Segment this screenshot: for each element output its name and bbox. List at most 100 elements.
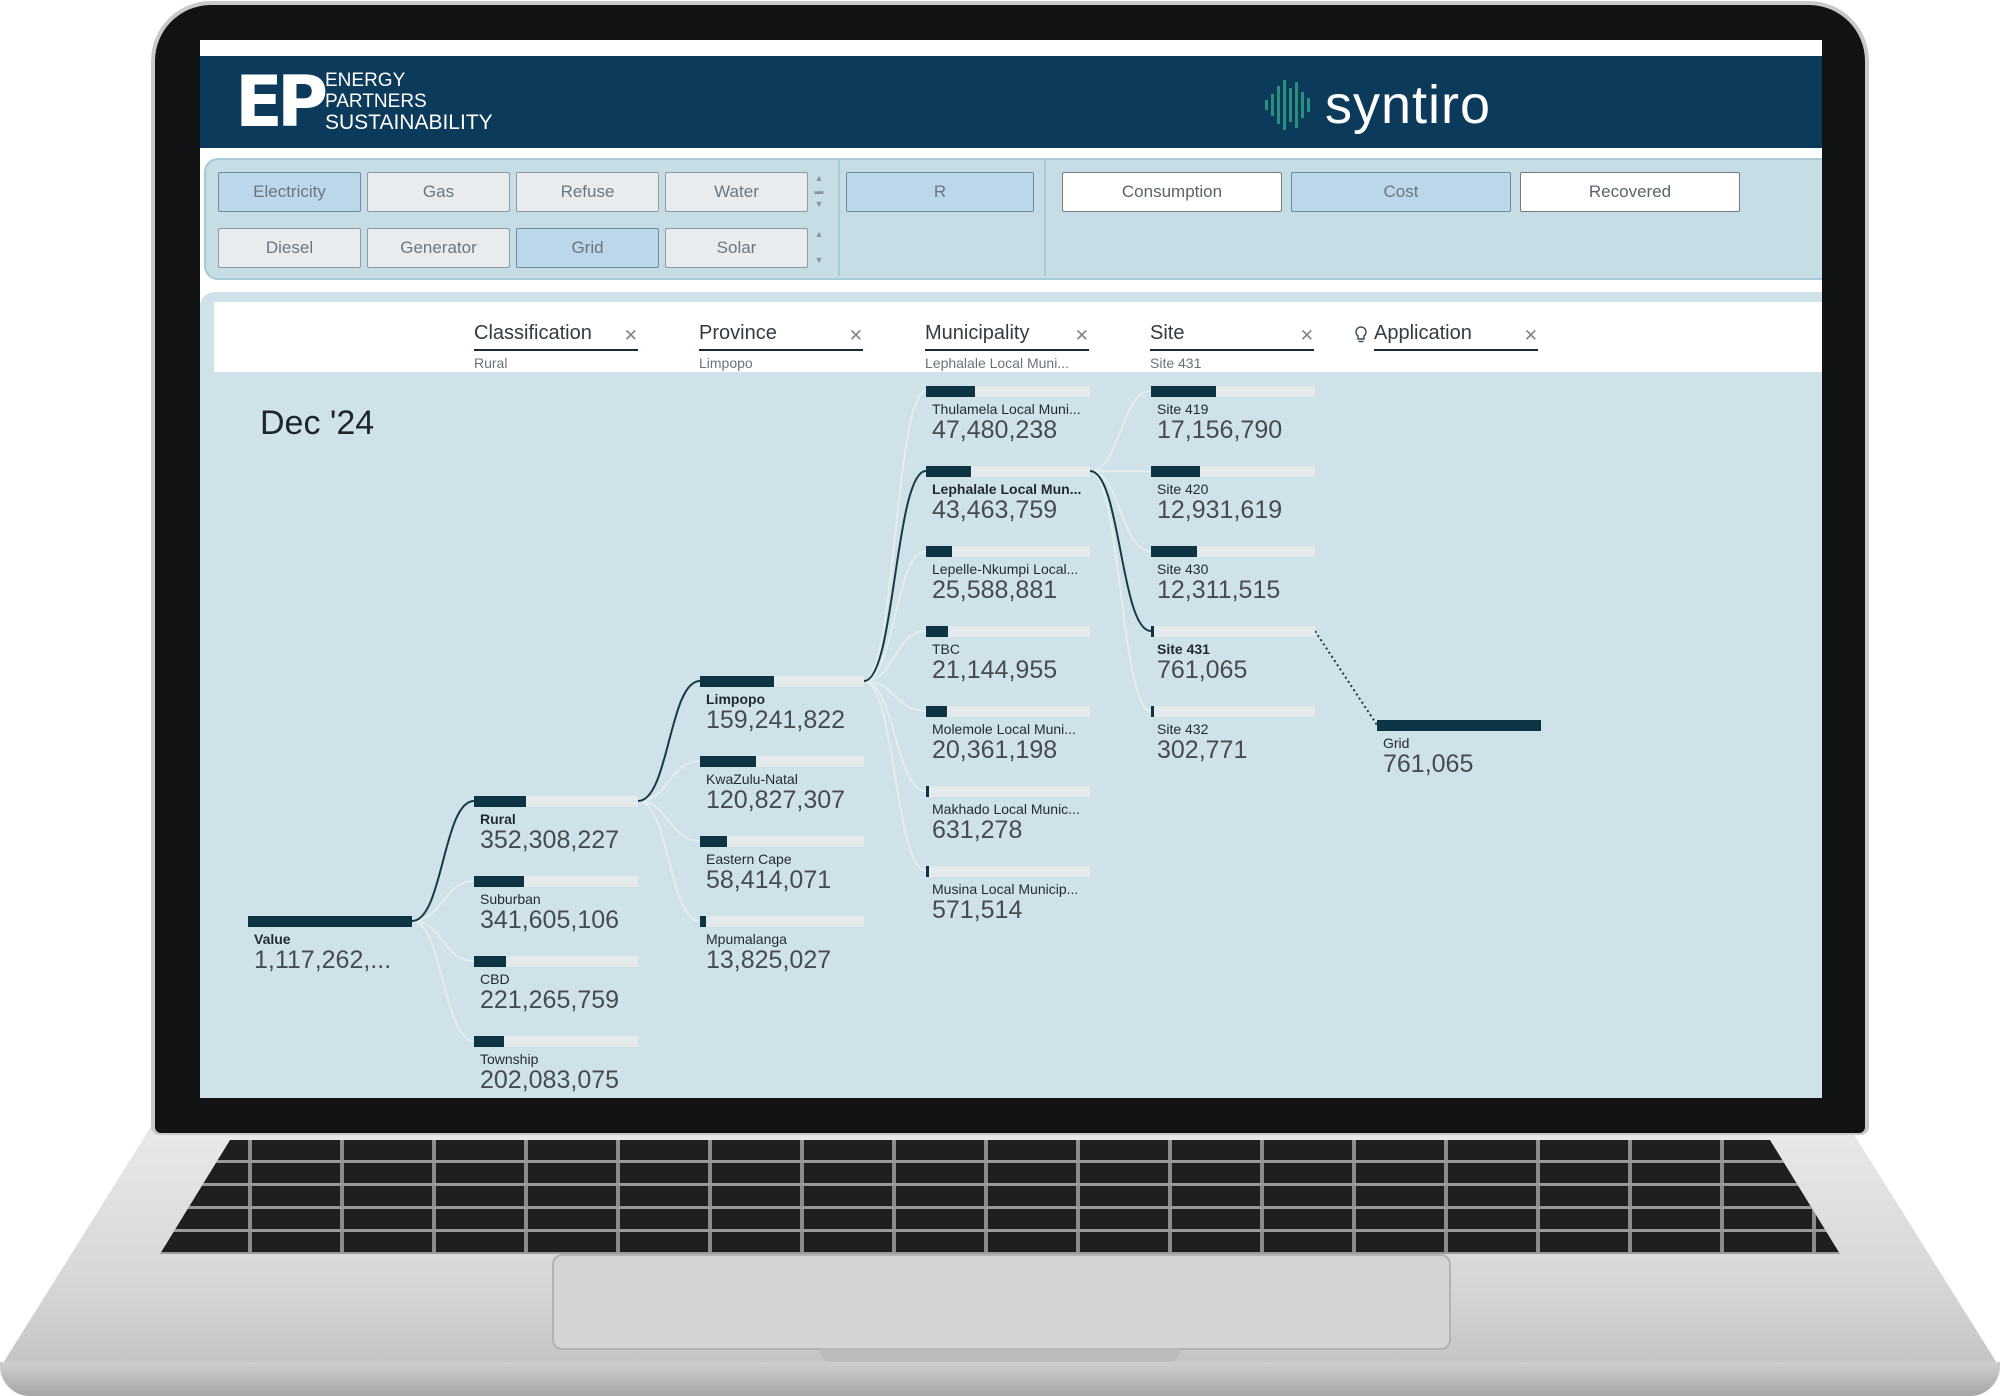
utility-refuse-button[interactable]: Refuse xyxy=(516,172,659,212)
tree-node[interactable]: CBD 221,265,759 xyxy=(474,956,638,1013)
node-label: Limpopo xyxy=(706,691,766,707)
tree-node[interactable]: TBC 21,144,955 xyxy=(926,626,1090,683)
node-bar-fill xyxy=(926,786,929,797)
node-bar xyxy=(926,386,1090,397)
filter-divider xyxy=(1044,160,1046,276)
ep-logo-line: SUSTAINABILITY xyxy=(325,111,493,134)
tree-node[interactable]: Site 430 12,311,515 xyxy=(1151,546,1315,603)
node-label: Mpumalanga xyxy=(706,931,787,947)
node-bar-fill xyxy=(474,956,507,967)
node-label: Township xyxy=(480,1051,539,1067)
node-label: Rural xyxy=(480,811,516,827)
node-bar-fill xyxy=(474,876,525,887)
tree-node[interactable]: Lepelle-Nkumpi Local... 25,588,881 xyxy=(926,546,1090,603)
source-generator-button[interactable]: Generator xyxy=(367,228,510,268)
node-bar-fill xyxy=(700,916,707,927)
tree-node[interactable]: Site 431 761,065 xyxy=(1151,626,1315,683)
measure-consumption-button[interactable]: Consumption xyxy=(1062,172,1282,212)
link xyxy=(1089,470,1152,552)
ep-logo-line: ENERGY xyxy=(325,70,406,91)
node-label: Site 420 xyxy=(1157,481,1209,497)
source-scrollbar[interactable]: ▲ ▼ xyxy=(812,228,826,268)
tree-node[interactable]: Thulamela Local Muni... 47,480,238 xyxy=(926,386,1090,443)
filter-divider xyxy=(838,160,840,276)
tree-node[interactable]: Molemole Local Muni... 20,361,198 xyxy=(926,706,1090,763)
node-value: 47,480,238 xyxy=(932,416,1058,444)
node-label: Value xyxy=(254,931,291,947)
node-bar xyxy=(926,706,1090,717)
utility-gas-button[interactable]: Gas xyxy=(367,172,510,212)
tree-node[interactable]: Limpopo 159,241,822 xyxy=(700,676,864,733)
node-bar xyxy=(1151,706,1315,717)
node-bar xyxy=(1151,386,1315,397)
filter-panel: Electricity Gas Refuse Water ▲ ▬ ▼ Diesel … xyxy=(204,158,1822,280)
utility-water-button[interactable]: Water xyxy=(665,172,808,212)
node-label: Site 419 xyxy=(1157,401,1209,417)
node-bar xyxy=(1377,720,1541,731)
tree-node[interactable]: Grid 761,065 xyxy=(1377,720,1541,777)
node-value: 13,825,027 xyxy=(706,946,832,974)
node-bar xyxy=(1151,626,1315,637)
link xyxy=(1089,470,1152,712)
node-bar-fill xyxy=(248,916,412,927)
tree-node[interactable]: Rural 352,308,227 xyxy=(474,796,638,853)
tree-node[interactable]: Township 202,083,075 xyxy=(474,1036,638,1093)
link xyxy=(637,800,701,922)
node-value: 17,156,790 xyxy=(1157,416,1283,444)
active-link xyxy=(411,800,475,922)
node-bar-fill xyxy=(1151,386,1216,397)
node-value: 761,065 xyxy=(1383,750,1474,778)
currency-button[interactable]: R xyxy=(846,172,1034,212)
node-value: 20,361,198 xyxy=(932,736,1058,764)
node-value: 202,083,075 xyxy=(480,1066,620,1094)
tree-node[interactable]: Site 419 17,156,790 xyxy=(1151,386,1315,443)
source-diesel-button[interactable]: Diesel xyxy=(218,228,361,268)
node-bar xyxy=(700,836,864,847)
root-node[interactable]: Value 1,117,262,... xyxy=(248,916,412,973)
node-label: KwaZulu-Natal xyxy=(706,771,798,787)
node-value: 571,514 xyxy=(932,896,1023,924)
source-solar-button[interactable]: Solar xyxy=(665,228,808,268)
node-bar xyxy=(926,466,1090,477)
utility-electricity-button[interactable]: Electricity xyxy=(218,172,361,212)
node-label: CBD xyxy=(480,971,510,987)
tree-node[interactable]: Site 432 302,771 xyxy=(1151,706,1315,763)
tree-node[interactable]: Suburban 341,605,106 xyxy=(474,876,638,933)
node-bar-fill xyxy=(926,866,929,877)
keyboard xyxy=(160,1140,1840,1254)
node-bar-fill xyxy=(926,626,948,637)
tree-node[interactable]: KwaZulu-Natal 120,827,307 xyxy=(700,756,864,813)
node-value: 12,311,515 xyxy=(1157,576,1281,604)
node-bar xyxy=(926,786,1090,797)
laptop-front-edge xyxy=(0,1362,2000,1396)
tree-node[interactable]: Musina Local Municip... 571,514 xyxy=(926,866,1090,923)
node-label: Suburban xyxy=(480,891,541,907)
node-bar xyxy=(1151,466,1315,477)
node-bar-fill xyxy=(926,546,953,557)
node-bar xyxy=(700,676,864,687)
utility-scrollbar[interactable]: ▲ ▬ ▼ xyxy=(812,172,826,212)
node-value: 221,265,759 xyxy=(480,986,620,1014)
measure-recovered-button[interactable]: Recovered xyxy=(1520,172,1740,212)
tree-node[interactable]: Lephalale Local Mun... 43,463,759 xyxy=(926,466,1090,523)
node-bar xyxy=(700,756,864,767)
node-bar-fill xyxy=(1151,546,1198,557)
node-value: 352,308,227 xyxy=(480,826,620,854)
node-label: Site 432 xyxy=(1157,721,1209,737)
node-bar-fill xyxy=(474,1036,504,1047)
link xyxy=(863,390,927,682)
node-value: 25,588,881 xyxy=(932,576,1058,604)
source-grid-button[interactable]: Grid xyxy=(516,228,659,268)
product-name: syntiro xyxy=(1325,75,1492,135)
tree-node[interactable]: Eastern Cape 58,414,071 xyxy=(700,836,864,893)
node-value: 58,414,071 xyxy=(706,866,832,894)
tree-node[interactable]: Mpumalanga 13,825,027 xyxy=(700,916,864,973)
node-bar xyxy=(700,916,864,927)
tree-node[interactable]: Makhado Local Munic... 631,278 xyxy=(926,786,1090,843)
node-value: 761,065 xyxy=(1157,656,1248,684)
link xyxy=(1089,390,1152,472)
node-bar xyxy=(926,626,1090,637)
node-value: 302,771 xyxy=(1157,736,1248,764)
tree-node[interactable]: Site 420 12,931,619 xyxy=(1151,466,1315,523)
measure-cost-button[interactable]: Cost xyxy=(1291,172,1511,212)
